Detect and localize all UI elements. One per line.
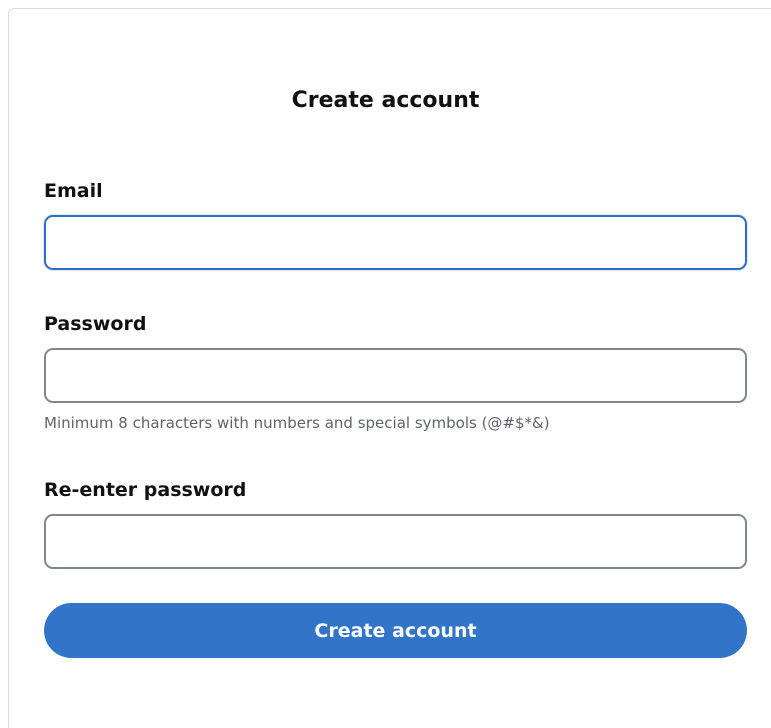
email-input[interactable] [44, 215, 747, 270]
confirm-password-input[interactable] [44, 514, 747, 569]
form-title: Create account [291, 88, 480, 113]
password-label: Password [44, 313, 147, 335]
email-label: Email [44, 180, 103, 202]
confirm-password-label: Re-enter password [44, 479, 247, 501]
password-input[interactable] [44, 348, 747, 403]
create-account-button[interactable]: Create account [44, 603, 747, 658]
password-hint: Minimum 8 characters with numbers and sp… [44, 414, 550, 432]
